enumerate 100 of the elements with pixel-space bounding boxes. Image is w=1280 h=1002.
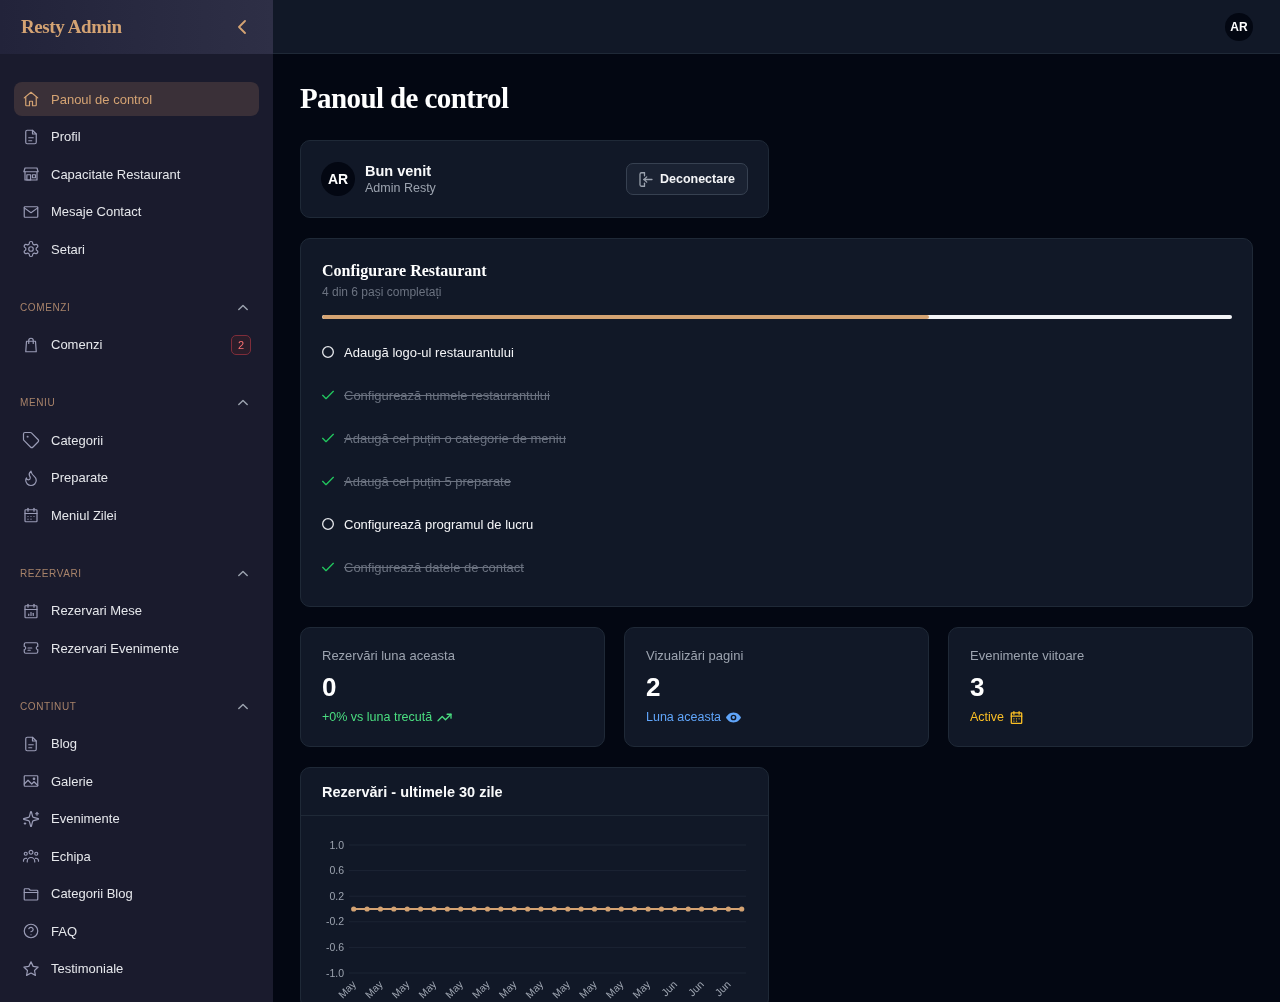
progress-text: 4 din 6 pași completați xyxy=(322,284,443,300)
data-point xyxy=(511,906,517,912)
data-point xyxy=(658,906,664,912)
step-text: Configurează programul de lucru xyxy=(344,516,534,532)
user-name: Admin Resty xyxy=(365,181,436,195)
axis-label: 1.0 xyxy=(329,838,344,851)
document-icon xyxy=(22,734,40,753)
stat-value: 2 xyxy=(646,672,662,702)
stat-label: Evenimente viitoare xyxy=(970,648,1086,664)
data-point xyxy=(377,906,384,912)
nav-item[interactable]: FAQ xyxy=(14,914,259,948)
settings-icon xyxy=(22,240,40,258)
home-icon xyxy=(22,90,40,108)
step-text: Adaugă logo-ul restaurantului xyxy=(344,344,514,360)
data-point xyxy=(391,906,397,912)
avatar: AR xyxy=(321,162,355,196)
data-point xyxy=(538,906,544,912)
data-point xyxy=(351,906,357,912)
step-text: Configurează numele restaurantului xyxy=(344,387,550,403)
help-icon xyxy=(22,922,40,940)
data-point xyxy=(565,906,571,912)
count-badge: 2 xyxy=(231,334,251,355)
data-point xyxy=(484,906,491,912)
data-point xyxy=(404,906,410,912)
tag-icon xyxy=(22,431,40,449)
avatar[interactable]: AR xyxy=(1225,12,1253,41)
stat-label: Rezervări luna aceasta xyxy=(322,648,456,664)
nav-item[interactable]: Mesaje Contact xyxy=(14,194,259,229)
data-point xyxy=(712,906,718,912)
data-point xyxy=(444,906,450,912)
data-point xyxy=(725,906,731,912)
nav-item[interactable]: Categorii xyxy=(14,423,259,457)
calendar-icon xyxy=(22,506,40,524)
section-header[interactable]: REZERVARI xyxy=(14,563,259,583)
star-icon xyxy=(22,959,40,978)
step-text: Adaugă cel puțin 5 preparate xyxy=(344,473,511,489)
data-point xyxy=(591,906,598,912)
page-title: Panoul de control xyxy=(300,82,510,114)
data-point xyxy=(605,906,611,912)
nav-item[interactable]: Testimoniale xyxy=(14,951,259,986)
section-header[interactable]: COMENZI xyxy=(14,297,259,317)
step-text: Adaugă cel puțin o categorie de meniu xyxy=(344,430,566,446)
nav-item[interactable]: Comenzi 2 xyxy=(14,327,259,362)
nav-item[interactable]: Capacitate Restaurant xyxy=(14,157,259,191)
stat-value: 3 xyxy=(970,672,986,702)
nav-item[interactable]: Setari xyxy=(14,232,259,266)
stat-note: Active xyxy=(970,709,1005,726)
sparkles-icon xyxy=(22,809,40,828)
axis-label: Jun xyxy=(658,977,680,999)
chart-title: Rezervări - ultimele 30 zile xyxy=(301,768,768,816)
data-point xyxy=(458,906,464,912)
section-header[interactable]: MENIU xyxy=(14,392,259,413)
chevron-left-icon[interactable] xyxy=(238,20,246,34)
nav-item[interactable]: Panoul de control xyxy=(14,82,259,116)
nav-item[interactable]: Rezervari Mese xyxy=(14,593,259,628)
data-point xyxy=(551,906,557,912)
stat-note: +0% vs luna trecută xyxy=(322,709,433,726)
data-point xyxy=(645,906,651,912)
step-text: Configurează datele de contact xyxy=(344,559,524,575)
logout-button[interactable]: Deconectare xyxy=(625,163,748,195)
data-point xyxy=(578,906,584,912)
data-point xyxy=(618,906,624,912)
nav-item[interactable]: Categorii Blog xyxy=(14,876,259,911)
axis-label: -1.0 xyxy=(325,966,344,979)
card-title: Configurare Restaurant xyxy=(322,262,488,280)
stat-label: Vizualizări pagini xyxy=(646,648,745,664)
nav-item[interactable]: Rezervari Evenimente xyxy=(14,631,259,665)
nav-item[interactable]: Preparate xyxy=(14,460,259,495)
data-point xyxy=(471,906,477,912)
data-point xyxy=(632,906,638,912)
calendar-icon xyxy=(22,601,40,620)
storefront-icon xyxy=(22,165,40,183)
data-point xyxy=(672,906,678,912)
data-point xyxy=(418,906,424,912)
axis-label: Jun xyxy=(712,977,733,999)
section-header[interactable]: CONTINUT xyxy=(14,696,259,716)
stat-note: Luna aceasta xyxy=(646,709,722,726)
nav-item[interactable]: Evenimente xyxy=(14,801,259,836)
image-icon xyxy=(22,772,40,790)
nav-item[interactable]: Profil xyxy=(14,119,259,154)
axis-label: Jun xyxy=(685,977,706,999)
axis-label: 0.2 xyxy=(329,889,344,902)
ticket-icon xyxy=(22,639,40,657)
shopping-bag-icon xyxy=(22,335,40,354)
nav-item[interactable]: Meniul Zilei xyxy=(14,498,259,532)
greeting-text: Bun venit xyxy=(365,163,433,179)
document-icon xyxy=(22,127,40,146)
people-icon xyxy=(22,847,40,865)
nav-item[interactable]: Galerie xyxy=(14,764,259,798)
axis-label: 0.6 xyxy=(329,864,344,877)
stat-value: 0 xyxy=(322,672,338,702)
axis-label: -0.2 xyxy=(325,915,344,928)
axis-label: -0.6 xyxy=(325,940,344,953)
data-point xyxy=(431,906,437,912)
data-point xyxy=(498,906,504,912)
data-point xyxy=(364,906,370,912)
nav-item[interactable]: Blog xyxy=(14,726,259,761)
data-point xyxy=(698,906,705,912)
data-point xyxy=(739,906,745,912)
nav-item[interactable]: Echipa xyxy=(14,839,259,873)
